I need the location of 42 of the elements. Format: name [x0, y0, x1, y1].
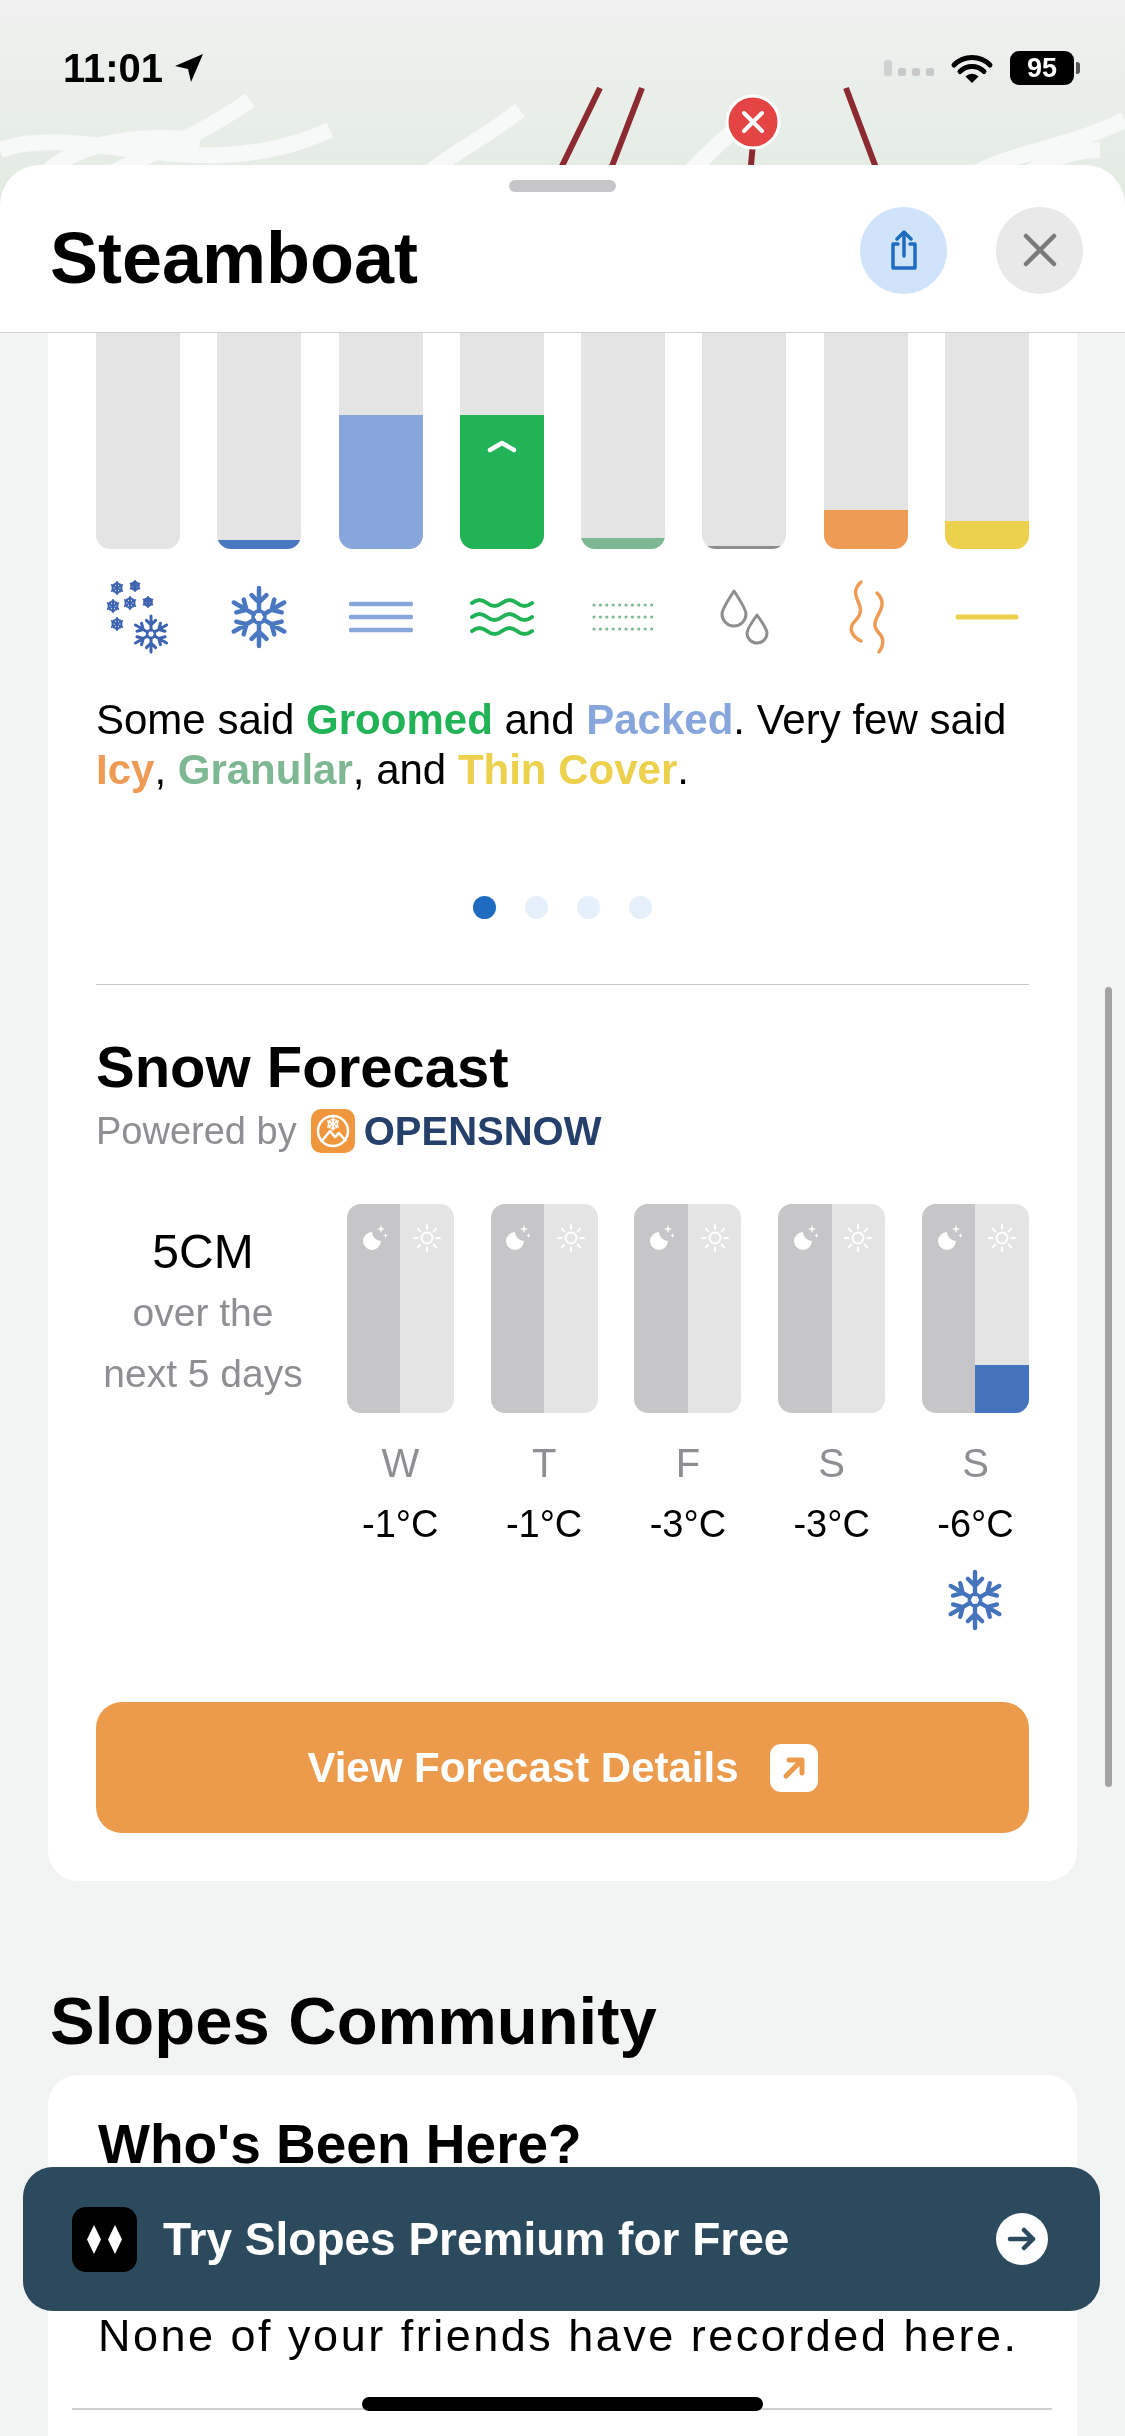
day-label: W: [381, 1440, 420, 1487]
sun-icon: [988, 1224, 1017, 1252]
sheet-grabber[interactable]: [509, 180, 616, 192]
section-title: Slopes Community: [50, 1982, 658, 2060]
conditions-summary: Some said Groomed and Packed. Very few said Icy, Granular, and Thin Cover.: [96, 695, 1008, 795]
temperature: -1°C: [505, 1502, 583, 1547]
arrow-up-right-icon: [769, 1743, 818, 1792]
diamonds-icon: [72, 2206, 137, 2272]
page-dot[interactable]: [473, 896, 496, 919]
page-dot[interactable]: [525, 896, 548, 919]
wifi-icon: [950, 52, 994, 84]
snow-total: 5CM: [152, 1224, 254, 1280]
arrow-right-icon: [996, 2213, 1048, 2265]
snow-total-caption: over the next 5 days: [102, 1290, 304, 1397]
temperature: -6°C: [937, 1502, 1014, 1547]
battery-level: 95: [1010, 51, 1080, 85]
card-title: Who's Been Here?: [98, 2120, 583, 2168]
sun-icon: [413, 1224, 442, 1252]
day-label: S: [962, 1440, 989, 1487]
premium-banner[interactable]: Try Slopes Premium for Free: [23, 2167, 1100, 2311]
sheet-title: Steamboat: [50, 222, 420, 294]
signal-icon: [884, 60, 934, 76]
temperature: -3°C: [793, 1502, 870, 1547]
day-label: F: [675, 1440, 701, 1487]
moon-icon: [503, 1224, 532, 1252]
close-icon: [1022, 233, 1057, 267]
page-dot[interactable]: [577, 896, 600, 919]
sun-icon: [556, 1224, 585, 1252]
section-title: Snow Forecast: [96, 1034, 510, 1100]
temperature: -3°C: [649, 1502, 727, 1547]
powered-by-label: Powered by: [96, 1109, 297, 1153]
day-label: T: [531, 1440, 557, 1487]
day-label: S: [818, 1440, 846, 1487]
location-arrow-icon: [173, 52, 206, 84]
sun-icon: [844, 1224, 873, 1252]
snowflake-tile-icon: [310, 1109, 355, 1153]
moon-icon: [647, 1224, 676, 1252]
provider-name: OPENSNOW: [363, 1108, 602, 1154]
page-dot[interactable]: [629, 896, 652, 919]
status-time: 11:01: [63, 48, 164, 88]
sun-icon: [700, 1224, 729, 1252]
temperature: -1°C: [362, 1502, 439, 1547]
